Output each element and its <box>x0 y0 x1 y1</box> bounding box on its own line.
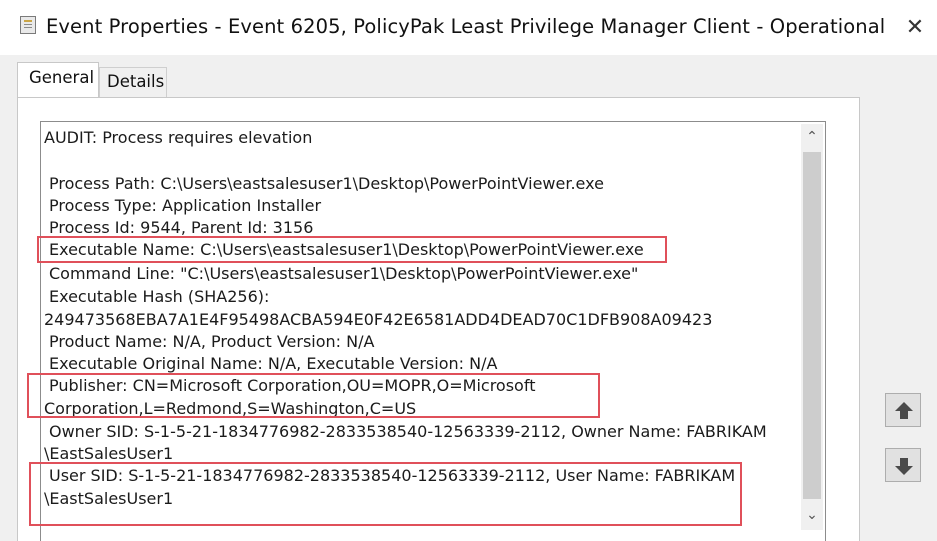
arrow-down-icon <box>895 458 913 475</box>
event-line-command-line: Command Line: "C:\Users\eastsalesuser1\D… <box>49 264 639 283</box>
highlight-publisher <box>27 373 600 418</box>
event-viewer-icon <box>20 16 36 34</box>
close-button[interactable]: ✕ <box>893 10 937 46</box>
tab-details[interactable]: Details <box>99 67 167 97</box>
window-title: Event Properties - Event 6205, PolicyPak… <box>46 15 886 38</box>
scroll-down-arrow-icon[interactable]: ⌄ <box>801 504 823 526</box>
event-line-hash-value: 249473568EBA7A1E4F95498ACBA594E0F42E6581… <box>44 310 713 329</box>
previous-event-button[interactable] <box>885 393 921 427</box>
arrow-up-icon <box>895 402 913 419</box>
tab-general[interactable]: General <box>17 62 99 98</box>
event-line-owner-sid: Owner SID: S-1-5-21-1834776982-283353854… <box>49 422 767 441</box>
title-bar: Event Properties - Event 6205, PolicyPak… <box>0 0 937 55</box>
scrollbar-thumb[interactable] <box>803 152 821 499</box>
event-line-original-name: Executable Original Name: N/A, Executabl… <box>49 354 498 373</box>
scroll-up-arrow-icon[interactable]: ⌃ <box>801 126 823 148</box>
event-line-product: Product Name: N/A, Product Version: N/A <box>49 332 375 351</box>
event-line-process-path: Process Path: C:\Users\eastsalesuser1\De… <box>49 174 604 193</box>
next-event-button[interactable] <box>885 448 921 482</box>
highlight-user-sid <box>29 462 742 526</box>
event-line-audit: AUDIT: Process requires elevation <box>44 128 313 147</box>
event-line-process-type: Process Type: Application Installer <box>49 196 322 215</box>
event-line-hash-label: Executable Hash (SHA256): <box>49 287 270 306</box>
highlight-executable-name <box>37 236 667 263</box>
